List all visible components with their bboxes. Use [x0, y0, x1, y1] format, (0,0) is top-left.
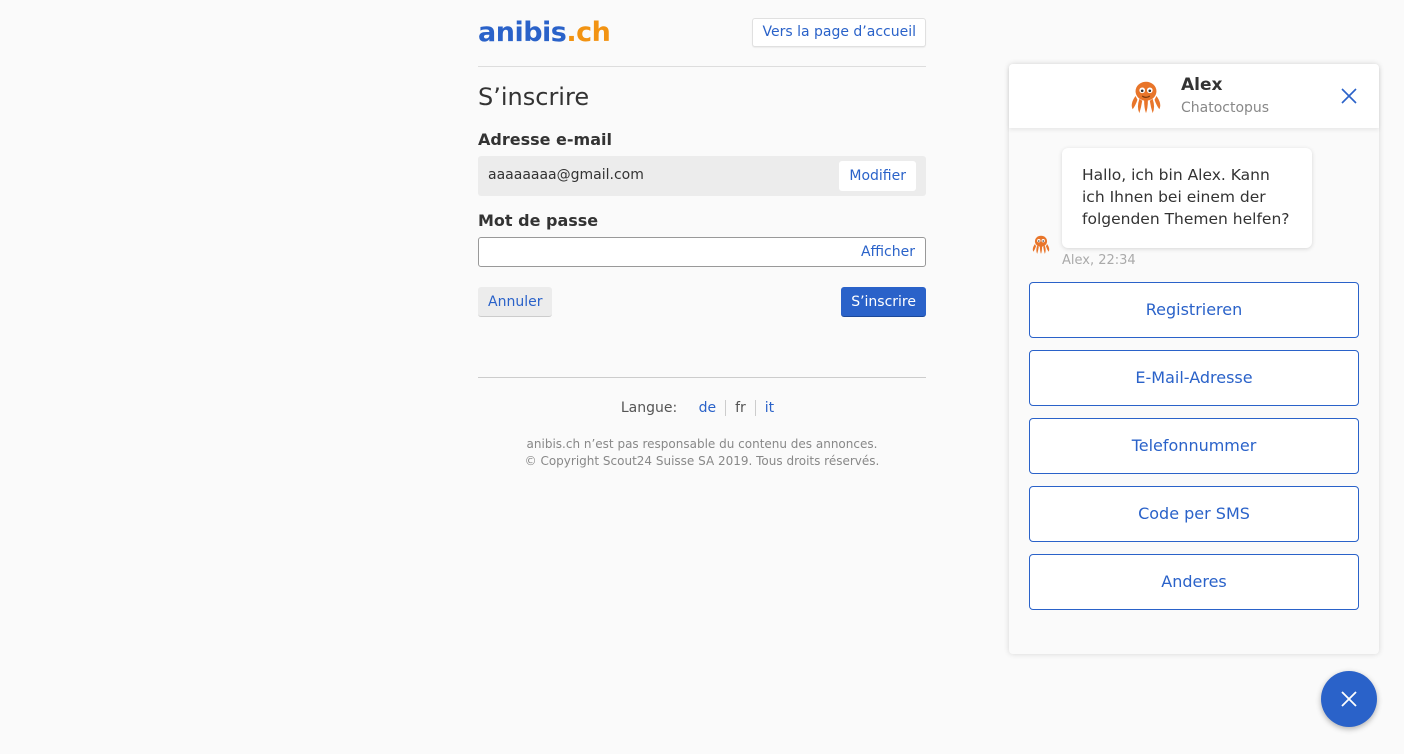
agent-subtitle: Chatoctopus [1181, 100, 1270, 116]
footer-text: anibis.ch n’est pas responsable du conte… [478, 436, 926, 470]
option-registrieren[interactable]: Registrieren [1029, 282, 1359, 338]
chat-toggle-button[interactable] [1321, 671, 1377, 727]
octopus-icon [1032, 235, 1050, 254]
language-switcher: Langue: de fr it [478, 400, 926, 416]
agent-name: Alex [1181, 75, 1223, 95]
option-telefonnummer[interactable]: Telefonnummer [1029, 418, 1359, 474]
logo-main: anibis [478, 17, 567, 48]
close-icon[interactable] [1339, 86, 1359, 106]
chat-widget: Alex Chatoctopus Hallo, ich bin Alex. Ka… [1009, 64, 1379, 654]
option-email-adresse[interactable]: E-Mail-Adresse [1029, 350, 1359, 406]
chat-options: Registrieren E-Mail-Adresse Telefonnumme… [1029, 282, 1359, 622]
language-de[interactable]: de [690, 400, 726, 416]
password-field[interactable]: Afficher [478, 237, 926, 267]
signup-submit-button[interactable]: S’inscrire [841, 287, 926, 317]
show-password-button[interactable]: Afficher [861, 244, 915, 260]
chat-header: Alex Chatoctopus [1009, 64, 1379, 128]
language-label: Langue: [620, 400, 678, 416]
page-header: anibis.ch Vers la page d’accueil [478, 0, 926, 67]
home-page-button[interactable]: Vers la page d’accueil [752, 18, 926, 47]
footer-divider [478, 377, 926, 378]
close-icon [1341, 691, 1357, 707]
octopus-icon [1131, 81, 1161, 114]
disclaimer: anibis.ch n’est pas responsable du conte… [526, 437, 878, 451]
modify-email-button[interactable]: Modifier [839, 161, 916, 191]
email-value: aaaaaaaa@gmail.com [488, 167, 644, 183]
language-it[interactable]: it [754, 400, 783, 416]
chat-message-bubble: Hallo, ich bin Alex. Kann ich Ihnen bei … [1062, 148, 1312, 248]
cancel-button[interactable]: Annuler [478, 287, 553, 317]
anibis-logo[interactable]: anibis.ch [478, 17, 611, 48]
signup-panel: anibis.ch Vers la page d’accueil S’inscr… [478, 0, 926, 468]
password-label: Mot de passe [478, 211, 599, 230]
message-timestamp: Alex, 22:34 [1062, 253, 1136, 268]
password-input[interactable] [479, 238, 849, 266]
email-label: Adresse e-mail [478, 130, 612, 149]
email-display: aaaaaaaa@gmail.com Modifier [478, 156, 926, 196]
page-title: S’inscrire [478, 83, 590, 111]
option-anderes[interactable]: Anderes [1029, 554, 1359, 610]
language-fr: fr [725, 400, 755, 416]
option-code-per-sms[interactable]: Code per SMS [1029, 486, 1359, 542]
copyright: © Copyright Scout24 Suisse SA 2019. Tous… [524, 454, 880, 468]
logo-tld: .ch [566, 17, 611, 48]
